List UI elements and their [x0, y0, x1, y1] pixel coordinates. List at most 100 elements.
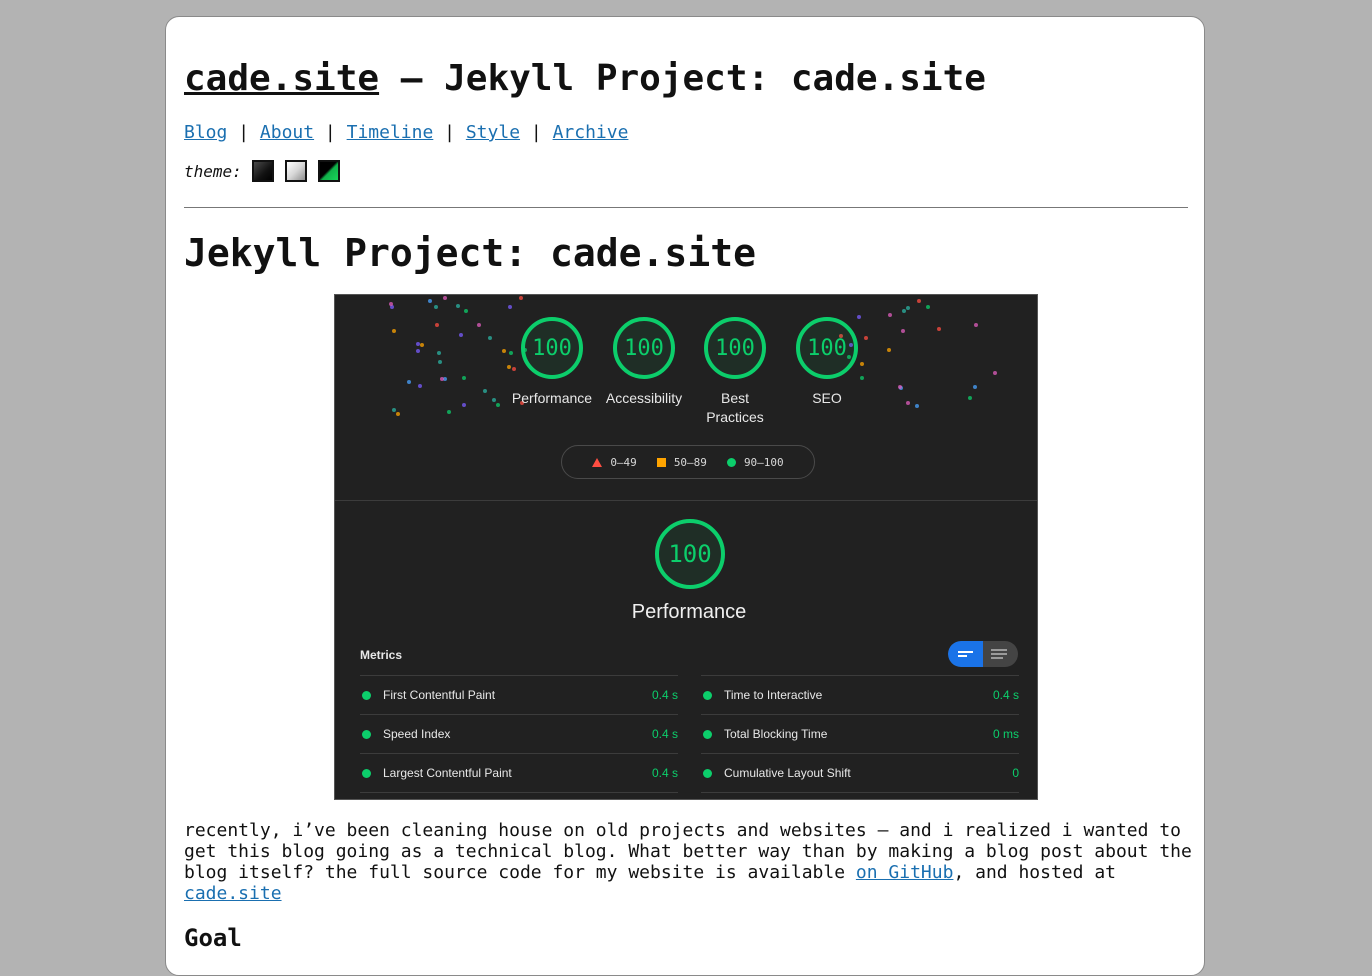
confetti-dot [508, 304, 513, 309]
metrics-view-toggle[interactable] [948, 641, 1018, 667]
nav-link-archive[interactable]: Archive [553, 122, 629, 143]
metric-value: 0 [1012, 766, 1019, 780]
confetti-dot [897, 385, 902, 390]
site-title-suffix: — Jekyll Project: cade.site [379, 58, 986, 99]
confetti-dot [434, 322, 439, 327]
confetti-dot [886, 347, 891, 352]
pass-circle-icon [726, 457, 736, 467]
confetti-dot [902, 309, 907, 314]
confetti-dot [993, 371, 998, 376]
page-card: cade.site — Jekyll Project: cade.site Bl… [165, 16, 1205, 976]
toggle-bar [958, 655, 967, 657]
toggle-bar [991, 657, 1003, 659]
post-intro-paragraph: recently, i’ve been cleaning house on ol… [184, 820, 1194, 904]
confetti-dot [392, 328, 397, 333]
compact-view-button[interactable] [948, 641, 983, 667]
nav-link-style[interactable]: Style [466, 122, 520, 143]
pass-circle-icon [362, 768, 371, 778]
nav-separator: | [324, 122, 336, 143]
lighthouse-screenshot: 100 Performance 100 Accessibility 100 Be… [334, 294, 1038, 800]
confetti-dot [416, 349, 421, 354]
confetti-dot [463, 308, 468, 313]
confetti-dot [905, 305, 910, 310]
metric-name: Largest Contentful Paint [383, 766, 512, 780]
score-legend: 0–49 50–89 90–100 [561, 445, 815, 479]
nav-link-blog[interactable]: Blog [184, 122, 227, 143]
metric-name: Cumulative Layout Shift [724, 766, 851, 780]
toggle-bar [991, 653, 1007, 655]
gauge-ring: 100 [796, 317, 858, 379]
confetti-dot [502, 349, 507, 354]
metric-row: Total Blocking Time 0 ms [701, 714, 1019, 753]
metric-value: 0 ms [992, 727, 1019, 741]
confetti-dot [406, 379, 411, 384]
gauge-ring: 100 [521, 317, 583, 379]
legend-pass-range: 90–100 [743, 455, 784, 469]
metrics-right-column: Time to Interactive 0.4 s Total Blocking … [701, 675, 1019, 793]
goal-heading: Goal [184, 924, 242, 952]
confetti-dot [427, 298, 432, 303]
confetti-dot [860, 362, 865, 367]
metrics-heading: Metrics [360, 648, 403, 662]
confetti-dot [458, 332, 463, 337]
theme-dark-button[interactable] [251, 160, 274, 182]
confetti-dot [925, 305, 930, 310]
metrics-left-column: First Contentful Paint 0.4 s Speed Index 0… [360, 675, 678, 793]
github-link[interactable]: on GitHub [856, 862, 954, 883]
confetti-dot [420, 343, 425, 348]
theme-light-button[interactable] [284, 160, 307, 182]
confetti-dot [462, 403, 467, 408]
legend-fail-range: 0–49 [610, 455, 637, 469]
pass-circle-icon [362, 690, 371, 700]
site-header-title: cade.site — Jekyll Project: cade.site [184, 57, 986, 101]
metric-row: Time to Interactive 0.4 s [701, 675, 1019, 714]
confetti-dot [967, 396, 972, 401]
confetti-dot [512, 366, 517, 371]
theme-label: theme: [184, 161, 242, 181]
confetti-dot [863, 336, 868, 341]
site-home-link[interactable]: cade.site [184, 58, 379, 99]
metric-row: Speed Index 0.4 s [360, 714, 678, 753]
confetti-dot [492, 398, 497, 402]
site-link[interactable]: cade.site [184, 883, 282, 904]
confetti-dot [443, 296, 448, 300]
intro-text: , and hosted at [953, 862, 1116, 883]
main-performance-label: Performance [631, 601, 747, 623]
confetti-dot [488, 335, 493, 340]
confetti-dot [937, 327, 942, 332]
metric-name: Time to Interactive [724, 688, 823, 702]
confetti-dot [508, 351, 513, 356]
section-divider [335, 500, 1037, 501]
metric-value: 0.4 s [992, 688, 1019, 702]
confetti-dot [483, 389, 488, 394]
pass-circle-icon [703, 729, 712, 739]
nav-separator: | [530, 122, 542, 143]
toggle-bar [958, 651, 973, 653]
pass-circle-icon [362, 729, 371, 739]
metric-row: First Contentful Paint 0.4 s [360, 675, 678, 714]
metric-name: Total Blocking Time [724, 727, 828, 741]
confetti-dot [395, 411, 400, 416]
gauge-label: Accessibility [605, 390, 683, 406]
confetti-dot [418, 384, 423, 389]
nav-link-about[interactable]: About [260, 122, 314, 143]
theme-green-button[interactable] [317, 160, 340, 182]
confetti-dot [477, 322, 482, 327]
legend-average-range: 50–89 [673, 455, 707, 469]
confetti-dot [462, 375, 467, 380]
confetti-dot [392, 407, 396, 412]
metric-value: 0.4 s [651, 727, 678, 741]
metric-value: 0.4 s [651, 766, 678, 780]
confetti-dot [518, 295, 523, 300]
header-divider [184, 207, 1188, 208]
confetti-dot [900, 329, 905, 334]
confetti-dot [455, 304, 460, 309]
post-title: Jekyll Project: cade.site [184, 231, 756, 275]
confetti-dot [974, 322, 979, 327]
pass-circle-icon [703, 690, 712, 700]
confetti-dot [447, 409, 452, 414]
confetti-dot [914, 403, 919, 408]
nav-link-timeline[interactable]: Timeline [347, 122, 434, 143]
gauge-ring: 100 [704, 317, 766, 379]
gauge-label: Best Practices [706, 390, 764, 425]
